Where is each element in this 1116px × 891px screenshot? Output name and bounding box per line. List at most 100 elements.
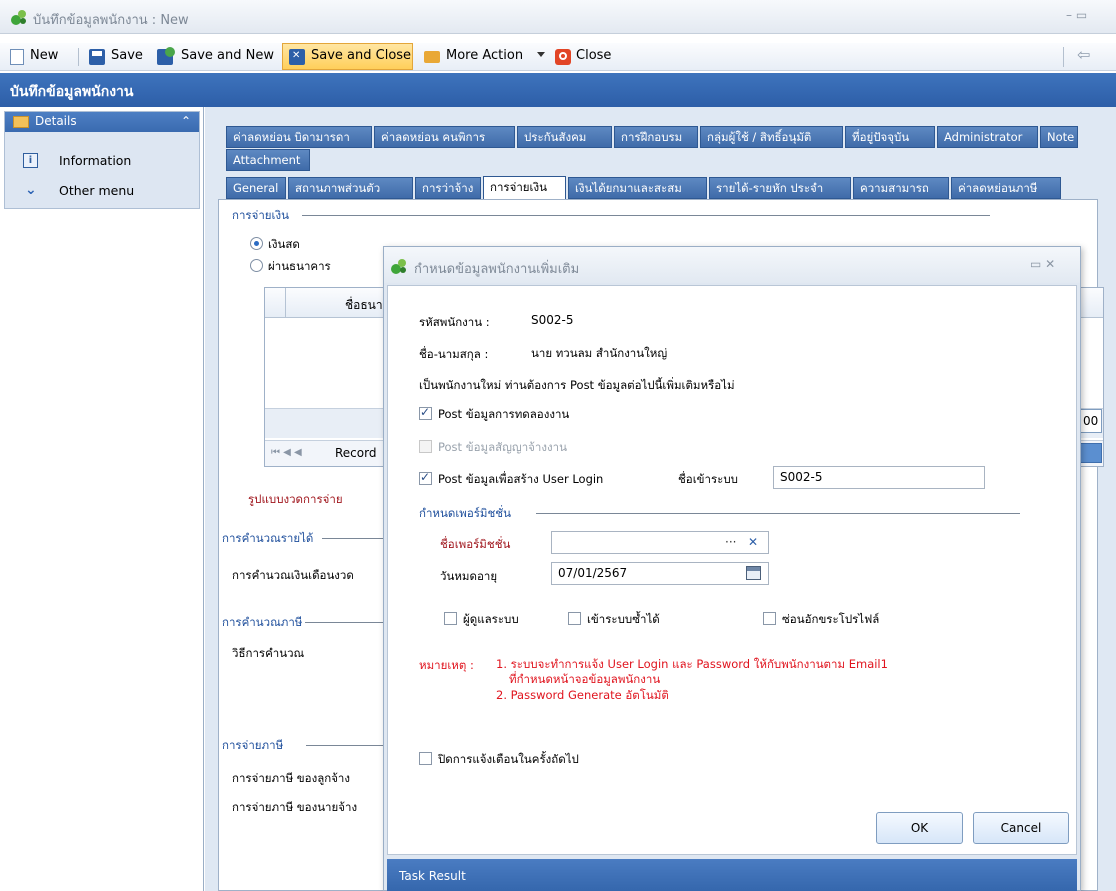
calendar-icon[interactable]: [746, 566, 761, 580]
expire-date-label: วันหมดอายุ: [440, 569, 498, 583]
tab-disabled-deduction[interactable]: ค่าลดหย่อน คนพิการ: [374, 126, 515, 148]
tab-attachment[interactable]: Attachment: [226, 149, 310, 171]
permission-name-input[interactable]: ··· ✕: [551, 531, 769, 554]
salary-calc-label: การคำนวณเงินเดือนงวด: [232, 568, 354, 582]
login-name-label: ชื่อเข้าระบบ: [678, 472, 738, 486]
toolbar: New Save Save and New ✕ Save and Close M…: [0, 43, 1116, 71]
post-login-checkbox[interactable]: [419, 470, 432, 485]
folder-icon: [13, 116, 29, 128]
dialog-body: รหัสพนักงาน : S002-5 ชื่อ-นามสกุล : นาย …: [387, 285, 1077, 855]
task-result-bar[interactable]: Task Result: [387, 859, 1077, 891]
post-contract-checkbox[interactable]: [419, 440, 432, 453]
name-label: ชื่อ-นามสกุล :: [419, 347, 489, 361]
page-header: บันทึกข้อมูลพนักงาน: [0, 73, 1116, 107]
window-controls[interactable]: – ▭: [1066, 8, 1087, 22]
bank-radio[interactable]: [250, 259, 263, 272]
window-title: บันทึกข้อมูลพนักงาน : New: [33, 13, 189, 28]
tab-fixed-income-deduction[interactable]: รายได้-รายหัก ประจำ: [709, 177, 851, 199]
note-line-2: 2. Password Generate อัตโนมัติ: [496, 688, 669, 702]
sidebar-item-information[interactable]: i Information: [5, 150, 199, 172]
save-new-icon: [157, 47, 175, 65]
tax-employer-label: การจ่ายภาษี ของนายจ้าง: [232, 800, 358, 814]
dialog-window-controls[interactable]: ▭ ✕: [1030, 257, 1055, 271]
tab-employment[interactable]: การว่าจ้าง: [415, 177, 481, 199]
disable-notify-label: ปิดการแจ้งเตือนในครั้งถัดไป: [438, 752, 579, 766]
save-and-close-button[interactable]: ✕ Save and Close: [282, 43, 413, 70]
tab-carried-income[interactable]: เงินได้ยกมาและสะสม: [568, 177, 707, 199]
group-line: [302, 215, 990, 216]
post-login-label: Post ข้อมูลเพื่อสร้าง User Login: [438, 472, 604, 486]
grid-col-bank-name[interactable]: ชื่อธนา: [345, 296, 383, 315]
post-probation-checkbox[interactable]: [419, 405, 432, 420]
grid-scroll-btn[interactable]: [1078, 443, 1102, 463]
pay-period-label: รูปแบบงวดการจ่าย: [248, 492, 343, 506]
relogin-checkbox[interactable]: [568, 612, 581, 625]
sidebar-header[interactable]: Details ⌃: [5, 112, 199, 132]
tab-social-security[interactable]: ประกันสังคม: [517, 126, 612, 148]
tab-payment[interactable]: การจ่ายเงิน: [483, 176, 566, 199]
name-value: นาย ทวนลม สำนักงานใหญ่: [531, 346, 668, 360]
pager-nav-icons[interactable]: ⏮ ◀ ◀: [271, 447, 302, 458]
ok-button[interactable]: OK: [876, 812, 963, 844]
dialog-title: กำหนดข้อมูลพนักงานเพิ่มเติม: [414, 262, 580, 277]
cash-label: เงินสด: [268, 237, 300, 251]
group-line: [305, 622, 385, 623]
tab-user-group-rights[interactable]: กลุ่มผู้ใช้ / สิทธิ์อนุมัติ: [700, 126, 843, 148]
collapse-icon[interactable]: ⌃: [181, 114, 191, 128]
close-icon: [555, 49, 571, 65]
window-titlebar: บันทึกข้อมูลพนักงาน : New – ▭: [0, 0, 1116, 34]
tab-parent-deduction[interactable]: ค่าลดหย่อน บิดามารดา: [226, 126, 372, 148]
group-line: [322, 538, 386, 539]
toolbar-separator: [78, 48, 79, 66]
tab-note[interactable]: Note: [1040, 126, 1078, 148]
tab-general[interactable]: General: [226, 177, 286, 199]
info-icon: i: [23, 153, 38, 168]
tab-personal-status[interactable]: สถานภาพส่วนตัว: [288, 177, 413, 199]
post-probation-label: Post ข้อมูลการทดลองงาน: [438, 407, 570, 421]
new-icon: [10, 49, 24, 65]
save-icon: [89, 49, 105, 65]
more-action-icon: [424, 51, 440, 63]
back-arrow-icon[interactable]: ⇦: [1077, 45, 1090, 64]
group-tax-payment: การจ่ายภาษี: [222, 738, 284, 752]
permission-name-label: ชื่อเพอร์มิชชั่น: [440, 537, 511, 551]
sidebar: Details ⌃ i Information ⌄ Other menu: [0, 107, 204, 891]
login-name-input[interactable]: S002-5: [773, 466, 985, 489]
group-tax-calc: การคำนวณภาษี: [222, 615, 303, 629]
app-logo-icon: [390, 257, 408, 275]
tax-employee-label: การจ่ายภาษี ของลูกจ้าง: [232, 771, 351, 785]
group-payment: การจ่ายเงิน: [232, 208, 289, 222]
tab-administrator[interactable]: Administrator: [937, 126, 1038, 148]
grid-indicator-col: [285, 288, 286, 318]
sidebar-panel: Details ⌃ i Information ⌄ Other menu: [4, 111, 200, 209]
cash-radio[interactable]: [250, 237, 263, 250]
dialog-titlebar: กำหนดข้อมูลพนักงานเพิ่มเติม ▭ ✕: [384, 247, 1080, 283]
page-title: บันทึกข้อมูลพนักงาน: [10, 84, 134, 100]
admin-checkbox[interactable]: [444, 612, 457, 625]
ellipsis-button[interactable]: ···: [725, 532, 736, 553]
tab-current-address[interactable]: ที่อยู่ปัจจุบัน: [845, 126, 935, 148]
note-label: หมายเหตุ :: [419, 658, 474, 672]
cancel-button[interactable]: Cancel: [973, 812, 1069, 844]
group-income-calc: การคำนวณรายได้: [222, 531, 314, 545]
toolbar-separator: [1063, 47, 1064, 67]
expire-date-input[interactable]: 07/01/2567: [551, 562, 769, 585]
relogin-label: เข้าระบบซ้ำได้: [587, 612, 660, 626]
pager-record-label: Record: [335, 446, 377, 460]
grid-value-cell: 00: [1078, 409, 1102, 433]
admin-label: ผู้ดูแลระบบ: [463, 612, 519, 626]
tab-tax-deduction[interactable]: ค่าลดหย่อนภาษี: [951, 177, 1061, 199]
hide-profile-checkbox[interactable]: [763, 612, 776, 625]
group-line: [306, 745, 386, 746]
calc-method-label: วิธีการคำนวณ: [232, 646, 305, 660]
chevron-double-down-icon: ⌄: [25, 182, 37, 198]
clear-icon[interactable]: ✕: [748, 532, 758, 553]
tab-training[interactable]: การฝึกอบรม: [614, 126, 698, 148]
tab-skills[interactable]: ความสามารถ: [853, 177, 949, 199]
disable-notify-checkbox[interactable]: [419, 752, 432, 765]
sidebar-item-other-menu[interactable]: ⌄ Other menu: [5, 180, 199, 202]
app-logo-icon: [10, 8, 28, 26]
hide-profile-label: ซ่อนอักขระโปรไฟล์: [782, 612, 880, 626]
save-close-icon: ✕: [289, 49, 305, 65]
dropdown-arrow-icon: [537, 52, 545, 57]
